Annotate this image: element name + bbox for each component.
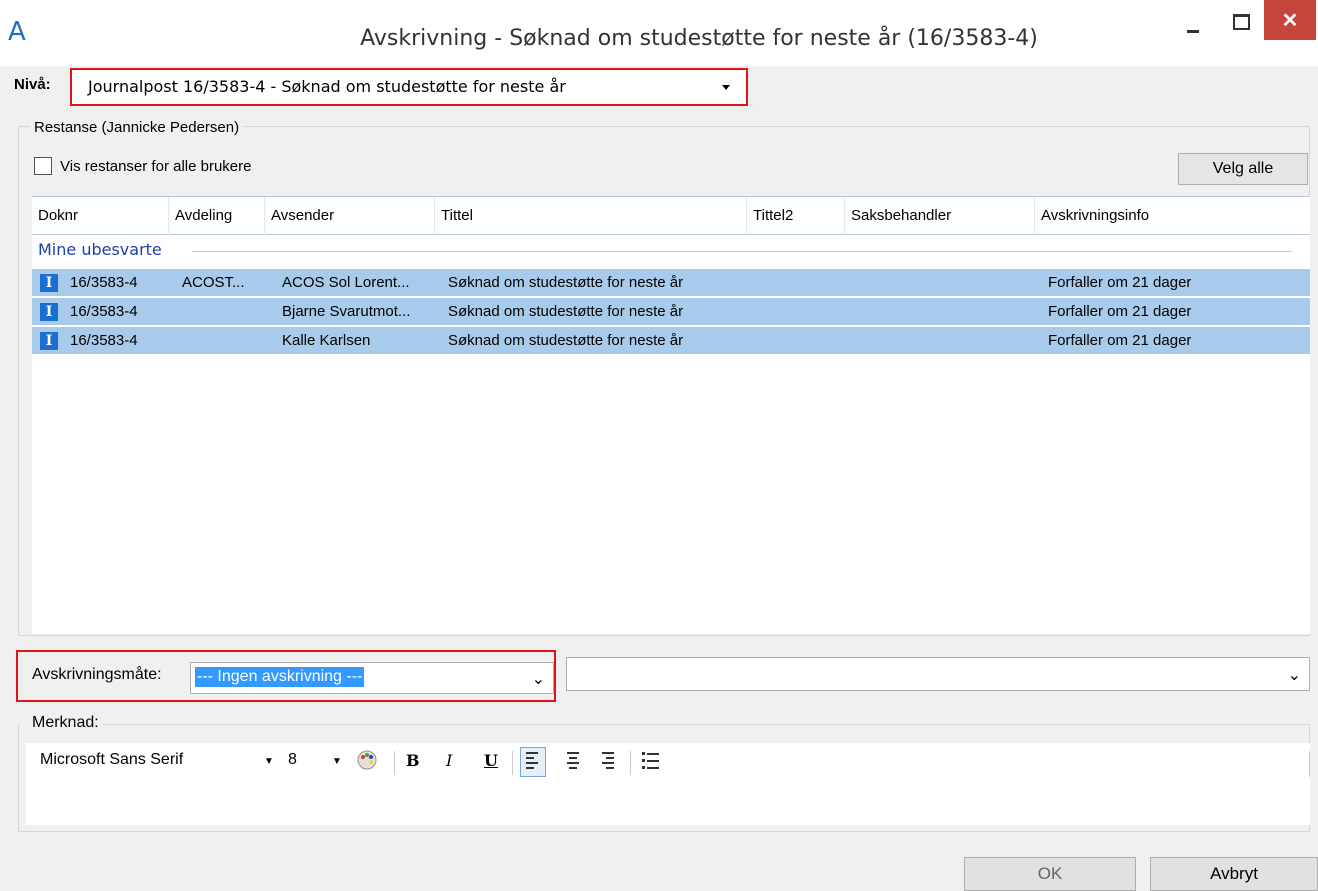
chevron-down-icon: ⌄ [531,671,545,688]
table-row[interactable]: I 16/3583-4 ACOST... ACOS Sol Lorent... … [32,269,1310,298]
select-all-button[interactable]: Velg alle [1178,153,1308,185]
window-title: Avskrivning - Søknad om studestøtte for … [360,26,1038,51]
cell-avskrivningsinfo: Forfaller om 21 dager [1048,332,1192,349]
cell-tittel: Søknad om studestøtte for neste år [448,303,684,320]
checkbox-box[interactable] [34,157,52,175]
cell-avdeling: ACOST... [182,274,245,291]
column-header-tittel2[interactable]: Tittel2 [746,197,844,235]
column-header-avsender[interactable]: Avsender [264,197,434,235]
merknad-divider [100,724,1308,725]
cell-avsender: Kalle Karlsen [282,332,371,349]
color-palette-icon[interactable] [356,749,378,776]
underline-button[interactable]: U [484,751,498,770]
toolbar-end-divider [1309,751,1310,777]
grid-header: Doknr Avdeling Avsender Tittel Tittel2 S… [32,197,1310,235]
minimize-button[interactable] [1170,0,1216,44]
cell-avskrivningsinfo: Forfaller om 21 dager [1048,274,1192,291]
align-left-icon [526,751,540,776]
toolbar-separator [630,751,631,775]
table-row[interactable]: I 16/3583-4 Bjarne Svarutmot... Søknad o… [32,298,1310,327]
incoming-document-icon: I [40,274,58,292]
cell-doknr: 16/3583-4 [70,274,138,291]
column-header-doknr[interactable]: Doknr [32,197,168,235]
font-size-select[interactable]: 8 [288,751,297,769]
align-center-icon[interactable] [566,751,580,776]
incoming-document-icon: I [40,303,58,321]
avskrivningsmate-highlight: Avskrivningsmåte: --- Ingen avskrivning … [16,650,556,702]
column-header-avdeling[interactable]: Avdeling [168,197,264,235]
title-bar: A Avskrivning - Søknad om studestøtte fo… [0,0,1318,66]
show-all-users-checkbox[interactable]: Vis restanser for alle brukere [34,157,251,175]
merknad-label: Merknad: [32,714,103,732]
cell-avsender: ACOS Sol Lorent... [282,274,410,291]
niva-dropdown-value: Journalpost 16/3583-4 - Søknad om studes… [88,77,566,96]
avskrivningsmate-dropdown[interactable]: --- Ingen avskrivning --- ⌄ [190,662,554,694]
avskrivningsmate-value: --- Ingen avskrivning --- [195,667,365,687]
cell-doknr: 16/3583-4 [70,303,138,320]
bullet-list-icon[interactable] [642,751,660,776]
avskrivningsmate-label: Avskrivningsmåte: [32,666,162,683]
merknad-editor[interactable]: Microsoft Sans Serif ▼ 8 ▼ B I U [26,743,1310,825]
niva-bar: Nivå: Journalpost 16/3583-4 - Søknad om … [0,66,1318,106]
cell-avsender: Bjarne Svarutmot... [282,303,411,320]
restanse-group-title: Restanse (Jannicke Pedersen) [30,119,244,136]
column-header-tittel[interactable]: Tittel [434,197,746,235]
cell-tittel: Søknad om studestøtte for neste år [448,274,684,291]
niva-label: Nivå: [14,76,51,93]
size-dropdown-arrow-icon[interactable]: ▼ [332,756,342,767]
show-all-users-label: Vis restanser for alle brukere [60,157,252,175]
maximize-button[interactable] [1218,0,1264,44]
toolbar-separator [512,751,513,775]
close-icon: ✕ [1281,9,1299,32]
cell-tittel: Søknad om studestøtte for neste år [448,332,684,349]
cell-avskrivningsinfo: Forfaller om 21 dager [1048,303,1192,320]
toolbar-separator [394,751,395,775]
chevron-down-icon: ⌄ [1287,667,1301,684]
column-header-avskrivningsinfo[interactable]: Avskrivningsinfo [1034,197,1310,235]
table-row[interactable]: I 16/3583-4 Kalle Karlsen Søknad om stud… [32,327,1310,356]
align-right-icon[interactable] [600,751,614,776]
incoming-document-icon: I [40,332,58,350]
ok-button[interactable]: OK [964,857,1136,891]
italic-button[interactable]: I [446,751,452,770]
bold-button[interactable]: B [406,751,420,770]
dropdown-arrow-icon [722,85,730,90]
editor-toolbar: Microsoft Sans Serif ▼ 8 ▼ B I U [26,743,1310,783]
niva-dropdown[interactable]: Journalpost 16/3583-4 - Søknad om studes… [70,68,748,106]
group-header-mine-ubesvarte[interactable]: Mine ubesvarte [38,240,162,259]
font-name-select[interactable]: Microsoft Sans Serif [40,751,183,769]
font-dropdown-arrow-icon[interactable]: ▼ [264,756,274,767]
close-button[interactable]: ✕ [1264,0,1316,40]
cancel-button[interactable]: Avbryt [1150,857,1318,891]
avskrivning-secondary-dropdown[interactable]: ⌄ [566,657,1310,691]
restanse-grid[interactable]: Doknr Avdeling Avsender Tittel Tittel2 S… [32,196,1310,634]
cell-doknr: 16/3583-4 [70,332,138,349]
column-header-saksbehandler[interactable]: Saksbehandler [844,197,1034,235]
group-divider [192,251,1292,252]
